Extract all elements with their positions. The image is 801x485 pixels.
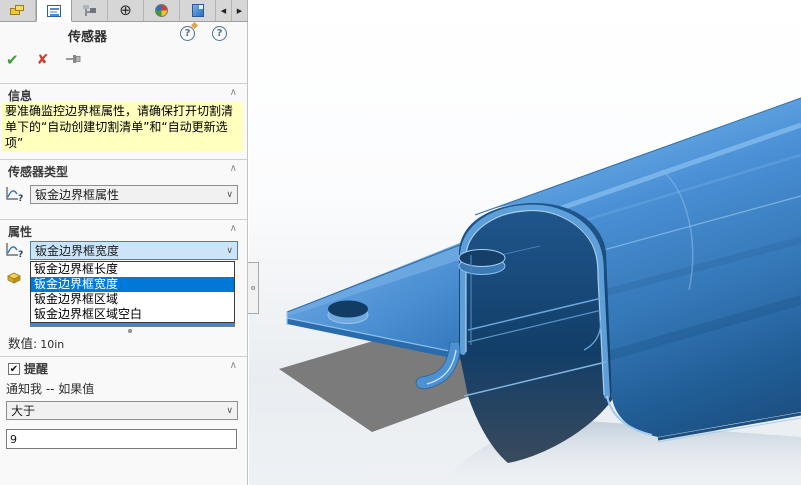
panel-splitter-handle[interactable]	[248, 262, 259, 314]
pin-icon[interactable]	[66, 53, 82, 68]
listbox-resize-dot[interactable]	[128, 329, 132, 333]
value-label: 数值:	[8, 336, 38, 351]
alert-operator-dropdown[interactable]: 大于 ∨	[6, 401, 238, 420]
section-header-sensor-type[interactable]: 传感器类型 ∧	[0, 159, 247, 182]
display-sphere-icon	[155, 4, 168, 17]
help-glyph: ?	[184, 28, 191, 39]
tab-configurationmanager[interactable]	[72, 0, 108, 21]
pm-action-bar: ✔ ✘	[6, 50, 82, 70]
alert-label: 提醒	[24, 362, 49, 376]
chevron-down-icon: ∨	[226, 405, 233, 416]
graphics-viewport[interactable]	[249, 0, 801, 485]
tab-dimxpertmanager[interactable]: ⊕	[108, 0, 144, 21]
info-message: 要准确监控边界框属性，请确保打开切割清单下的“自动创建切割清单”和“自动更新选项…	[2, 102, 243, 152]
value-number: 10in	[40, 338, 65, 351]
propertymanager-panel: ⊕ ◀ ▶ 传感器 ? ? ✔ ✘ 信息 ∧ 要准确监控边界框属性，请确保打开切…	[0, 0, 248, 485]
new-badge-icon	[190, 21, 199, 30]
plate-hole-rear[interactable]	[458, 249, 506, 275]
dropdown-option[interactable]: 钣金边界框区域	[31, 292, 234, 307]
chevron-up-icon[interactable]: ∧	[230, 87, 237, 98]
chevron-up-icon[interactable]: ∧	[230, 163, 237, 174]
propertymanager-icon	[47, 4, 61, 17]
chevron-up-icon[interactable]: ∧	[230, 223, 237, 234]
splitter-dot-icon	[251, 286, 255, 290]
part-entity-icon	[6, 271, 23, 284]
dropdown-option[interactable]: 钣金边界框区域空白	[31, 307, 234, 322]
svg-text:?: ?	[18, 250, 23, 259]
tab-scroll-left-button[interactable]: ◀	[216, 0, 232, 21]
ok-button[interactable]: ✔	[6, 51, 19, 69]
dropdown-option-selected[interactable]: 钣金边界框宽度	[31, 277, 234, 292]
tab-propertymanager[interactable]	[36, 0, 72, 22]
section-header-alert[interactable]: ✔ 提醒 ∧	[0, 356, 247, 379]
manager-tab-bar: ⊕ ◀ ▶	[0, 0, 248, 22]
chevron-down-icon: ∨	[226, 189, 233, 200]
part-icon	[10, 5, 25, 16]
dropdown-option[interactable]: 钣金边界框长度	[31, 262, 234, 277]
cancel-button[interactable]: ✘	[37, 52, 49, 68]
section-header-properties[interactable]: 属性 ∧	[0, 219, 247, 242]
tab-custom[interactable]	[180, 0, 216, 21]
svg-text:?: ?	[18, 194, 23, 203]
sensor-type-dropdown[interactable]: 钣金边界框属性 ∨	[30, 185, 238, 204]
model-canvas[interactable]	[249, 0, 801, 485]
tab-featuremanager[interactable]	[0, 0, 36, 21]
property-value: 钣金边界框宽度	[35, 244, 120, 258]
whats-new-help-icon[interactable]: ?	[180, 21, 199, 41]
page-title: 传感器	[67, 30, 107, 45]
document-icon	[191, 4, 204, 17]
tab-displaymanager[interactable]	[144, 0, 180, 21]
info-label: 信息	[8, 89, 33, 103]
property-dropdown[interactable]: 钣金边界框宽度 ∨	[30, 241, 238, 260]
help-icon[interactable]: ?	[212, 26, 227, 41]
configuration-tree-icon	[83, 4, 96, 17]
chevron-down-icon: ∨	[226, 245, 233, 256]
alert-threshold-input[interactable]	[6, 429, 237, 449]
plate-hole[interactable]	[327, 300, 369, 324]
properties-label: 属性	[8, 225, 33, 239]
sensor-type-value: 钣金边界框属性	[35, 188, 120, 202]
chevron-up-icon[interactable]: ∧	[230, 360, 237, 371]
alert-checkbox[interactable]: ✔	[8, 362, 20, 375]
dimxpert-crosshair-icon: ⊕	[119, 1, 132, 19]
sensor-graph-icon: ?	[5, 186, 25, 204]
sensor-type-label: 传感器类型	[8, 165, 69, 179]
property-dropdown-list: 钣金边界框长度 钣金边界框宽度 钣金边界框区域 钣金边界框区域空白	[30, 261, 235, 323]
sensor-graph-icon: ?	[5, 242, 25, 260]
sensor-value-row: 数值: 10in	[8, 333, 64, 352]
tab-scroll-right-button[interactable]: ▶	[232, 0, 248, 21]
alert-condition-text: 通知我 -- 如果值	[6, 382, 95, 396]
alert-operator-value: 大于	[11, 404, 36, 418]
